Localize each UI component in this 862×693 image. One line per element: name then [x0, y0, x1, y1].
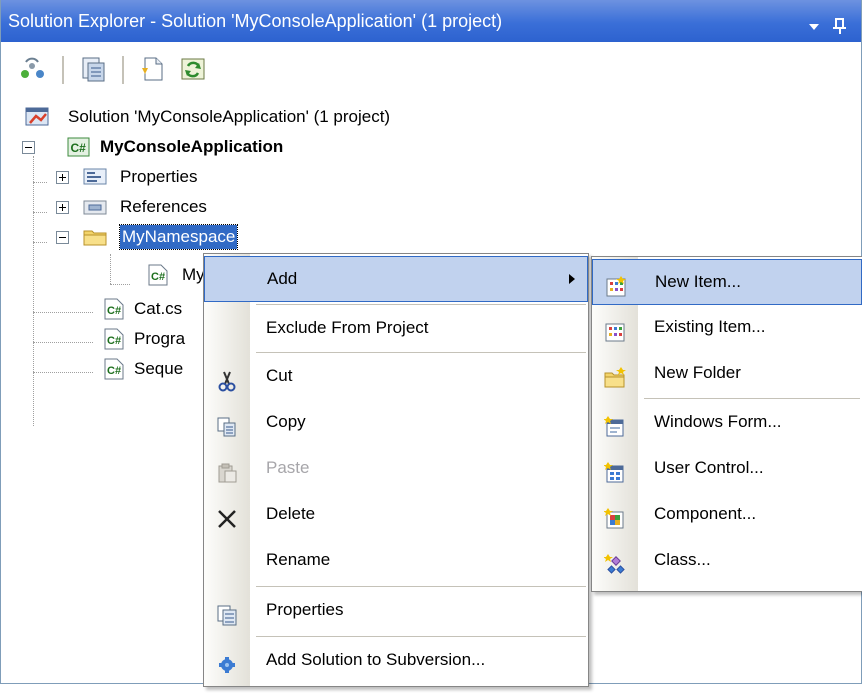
menu-item-paste[interactable]: Paste: [204, 446, 588, 490]
component-icon: [603, 503, 626, 529]
submenu-item-component[interactable]: Component...: [592, 492, 862, 536]
paste-icon: [216, 457, 238, 483]
copy-icon: [216, 411, 238, 437]
menu-item-label: Class...: [654, 550, 711, 569]
menu-item-delete[interactable]: Delete: [204, 492, 588, 536]
menu-separator: [256, 636, 586, 637]
scissors-icon: [216, 365, 238, 392]
menu-item-label: Delete: [266, 504, 316, 523]
user-control-icon: [603, 457, 626, 483]
menu-item-label: Properties: [266, 600, 344, 619]
menu-item-label: Exclude From Project: [266, 318, 429, 337]
menu-item-properties[interactable]: Properties: [204, 588, 588, 632]
menu-item-cut[interactable]: Cut: [204, 354, 588, 398]
new-folder-icon: [604, 362, 626, 388]
existing-item-icon: [604, 316, 626, 342]
add-submenu: New Item... Existing Item... New Folder …: [591, 256, 862, 592]
context-menu: Add Exclude From Project Cut Copy Paste …: [203, 253, 589, 687]
submenu-item-existing-item[interactable]: Existing Item...: [592, 305, 862, 349]
menu-item-label: Add: [267, 269, 298, 288]
menu-item-label: Windows Form...: [654, 412, 782, 431]
submenu-item-new-item[interactable]: New Item...: [592, 259, 862, 305]
menu-item-label: Rename: [266, 550, 331, 569]
properties-icon: [216, 599, 238, 626]
new-item-icon: [605, 271, 627, 297]
menu-item-label: New Item...: [655, 272, 741, 291]
submenu-item-windows-form[interactable]: Windows Form...: [592, 400, 862, 444]
submenu-item-class[interactable]: Class...: [592, 538, 862, 582]
menu-separator: [256, 304, 586, 305]
delete-x-icon: [216, 503, 238, 528]
menu-item-exclude-from-project[interactable]: Exclude From Project: [204, 306, 588, 350]
menu-item-add[interactable]: Add: [204, 256, 588, 302]
menu-separator: [256, 352, 586, 353]
class-icon: [603, 549, 626, 574]
menu-item-label: Existing Item...: [654, 317, 766, 336]
submenu-item-user-control[interactable]: User Control...: [592, 446, 862, 490]
menu-item-label: Paste: [266, 458, 310, 477]
subversion-icon: [216, 649, 238, 673]
submenu-item-new-folder[interactable]: New Folder: [592, 351, 862, 395]
menu-separator: [256, 586, 586, 587]
menu-item-rename[interactable]: Rename: [204, 538, 588, 582]
menu-separator: [644, 398, 860, 399]
submenu-arrow-icon: [569, 274, 575, 284]
menu-item-label: Add Solution to Subversion...: [266, 650, 486, 669]
menu-item-label: User Control...: [654, 458, 764, 477]
menu-item-label: Copy: [266, 412, 306, 431]
menu-item-add-solution-to-subversion[interactable]: Add Solution to Subversion...: [204, 638, 588, 682]
windows-form-icon: [603, 411, 626, 437]
menu-item-label: Component...: [654, 504, 757, 523]
menu-item-label: Cut: [266, 366, 293, 385]
menu-item-label: New Folder: [654, 363, 741, 382]
menu-item-copy[interactable]: Copy: [204, 400, 588, 444]
